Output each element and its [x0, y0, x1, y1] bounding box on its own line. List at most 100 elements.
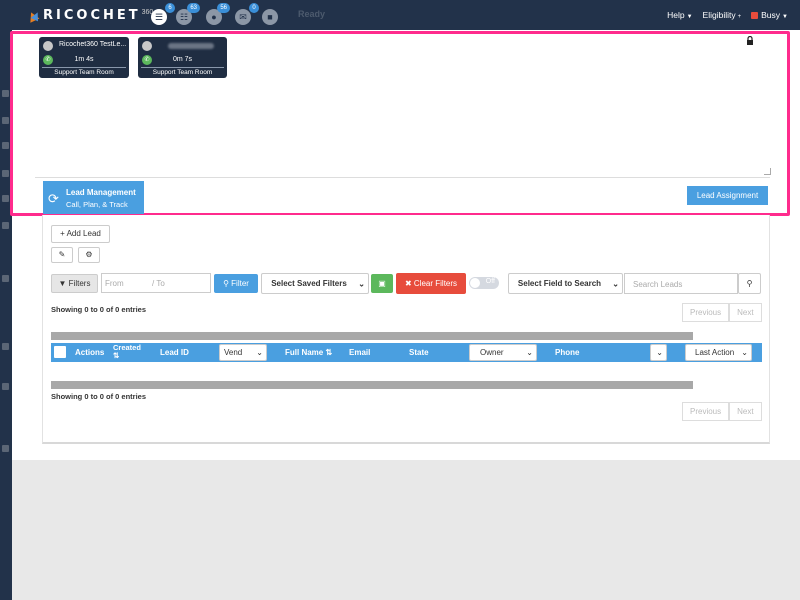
previous-button[interactable]: Previous [682, 402, 730, 421]
phone-book-badge: 6 [165, 3, 175, 13]
clear-filters-label: Clear Filters [413, 279, 458, 288]
divider [35, 177, 770, 178]
inbox-icon[interactable]: ■ [262, 9, 278, 25]
nav-icon[interactable] [2, 170, 9, 177]
owner-column-select[interactable]: Owner ⌄ [469, 344, 537, 361]
nav-icon[interactable] [2, 142, 9, 149]
column-phone[interactable]: Phone [555, 343, 579, 362]
saved-filters-select[interactable]: Select Saved Filters ⌄ [261, 273, 369, 294]
nav-icon[interactable] [2, 383, 9, 390]
save-icon: ▣ [378, 279, 386, 288]
document-badge: 63 [187, 3, 200, 13]
avatar [142, 41, 152, 51]
sort-icon: ⇅ [113, 351, 120, 360]
nav-icon[interactable] [2, 117, 9, 124]
lead-management-subtitle: Call, Plan, & Track [66, 200, 128, 209]
filters-button[interactable]: ▼ Filters [51, 274, 98, 293]
edit-icon: ✎ [58, 250, 66, 259]
horizontal-scrollbar[interactable] [51, 381, 693, 389]
column-created[interactable]: Created ⇅ [113, 344, 141, 360]
table-header: Actions Created ⇅ Lead ID Vend ⌄ Full Na… [51, 343, 762, 362]
clear-filters-button[interactable]: ✖ Clear Filters [396, 273, 466, 294]
mail-icon[interactable]: ✉ 0 [235, 3, 259, 25]
filters-label: Filters [68, 279, 91, 288]
ricochet-logo[interactable]: RICOCHET 360 [28, 8, 153, 23]
search-icon: ⚲ [223, 279, 232, 288]
search-field-select[interactable]: Select Field to Search ⌄ [508, 273, 623, 294]
help-menu[interactable]: Help ▼ [667, 10, 692, 20]
divider [141, 67, 224, 68]
edit-button[interactable]: ✎ [51, 247, 73, 263]
last-action-column-select[interactable]: Last Action ⌄ [685, 344, 752, 361]
resize-handle[interactable] [764, 168, 771, 175]
column-state[interactable]: State [409, 343, 429, 362]
lead-management-tab[interactable]: ⟳ Lead Management Call, Plan, & Track [43, 181, 144, 214]
lead-assignment-button[interactable]: Lead Assignment [687, 186, 768, 205]
search-field-label: Select Field to Search [517, 279, 602, 288]
next-button[interactable]: Next [729, 402, 762, 421]
chevron-down-icon: ⌄ [741, 348, 748, 357]
from-placeholder: From [105, 279, 124, 288]
top-bar: RICOCHET 360 ☰ 6 ☷ 63 ● 56 ✉ 0 ■ Ready Help ▼… [0, 0, 800, 30]
busy-status-menu[interactable]: Busy ▼ [751, 10, 788, 20]
column-actions: Actions [75, 348, 105, 357]
chevron-down-icon: ▼ [686, 14, 693, 20]
toggle-knob [470, 278, 480, 288]
vendor-column-select[interactable]: Vend ⌄ [219, 344, 267, 361]
close-icon: ✖ [404, 279, 414, 288]
previous-button[interactable]: Previous [682, 303, 730, 322]
saved-filters-label: Select Saved Filters [271, 279, 347, 288]
document-icon[interactable]: ☷ 63 [176, 3, 200, 25]
add-lead-label: Add Lead [66, 229, 101, 238]
save-filter-button[interactable]: ▣ [371, 274, 393, 293]
nav-icon[interactable] [2, 195, 9, 202]
table-info-bottom: Showing 0 to 0 of 0 entries [51, 392, 147, 401]
filter-button[interactable]: ⚲ Filter [214, 274, 258, 293]
call-card[interactable]: ✆ 0m 7s Support Team Room [138, 37, 227, 78]
add-lead-button[interactable]: + Add Lead [51, 225, 110, 243]
phone-book-icon[interactable]: ☰ 6 [151, 3, 175, 25]
column-email[interactable]: Email [349, 343, 370, 362]
settings-button[interactable]: ⚙ [78, 247, 100, 263]
search-input[interactable]: Search Leads [624, 273, 738, 294]
mail-badge: 0 [249, 3, 259, 13]
nav-icon[interactable] [2, 343, 9, 350]
phone-column-select[interactable]: ⌄ [650, 344, 667, 361]
last-action-label: Last Action [695, 348, 735, 357]
status-text: Ready [298, 9, 326, 19]
date-range-input[interactable]: From / To [101, 273, 211, 293]
vendor-label: Vend [224, 348, 243, 357]
column-full-name[interactable]: Full Name ⇅ [285, 343, 332, 362]
top-right-menu: Help ▼ Eligibility + Busy ▼ [667, 10, 788, 20]
horizontal-scrollbar[interactable] [51, 332, 693, 340]
busy-status-icon [751, 12, 759, 19]
avatar [43, 41, 53, 51]
nav-icon[interactable] [2, 222, 9, 229]
sort-icon: ⇅ [325, 348, 333, 357]
eligibility-label: Eligibility [702, 10, 736, 20]
nav-icon[interactable] [2, 445, 9, 452]
logo-text: RICOCHET [43, 8, 141, 23]
divider [42, 67, 126, 68]
table-info-top: Showing 0 to 0 of 0 entries [51, 305, 147, 314]
select-all-checkbox[interactable] [54, 346, 66, 358]
eligibility-menu[interactable]: Eligibility + [703, 10, 742, 20]
filter-toggle[interactable]: Off [469, 277, 499, 289]
help-label: Help [667, 10, 685, 20]
chat-icon[interactable]: ● 56 [206, 3, 230, 25]
filter-label: Filter [231, 279, 249, 288]
chevron-down-icon: ▼ [782, 14, 788, 20]
nav-icon[interactable] [2, 275, 9, 282]
nav-icon[interactable] [2, 90, 9, 97]
full-name-label: Full Name [285, 348, 324, 357]
call-card[interactable]: Ricochet360 TestLe... ✆ 1m 4s Support Te… [39, 37, 129, 78]
lead-management-title: Lead Management [66, 188, 136, 197]
chevron-down-icon: ⌄ [612, 279, 619, 288]
busy-label: Busy [761, 10, 781, 20]
lock-icon[interactable] [746, 36, 754, 46]
column-lead-id[interactable]: Lead ID [160, 343, 189, 362]
pagination-top: Previous Next [682, 303, 762, 322]
search-button[interactable]: ⚲ [738, 273, 761, 294]
search-icon: ⚲ [746, 279, 753, 288]
next-button[interactable]: Next [729, 303, 762, 322]
